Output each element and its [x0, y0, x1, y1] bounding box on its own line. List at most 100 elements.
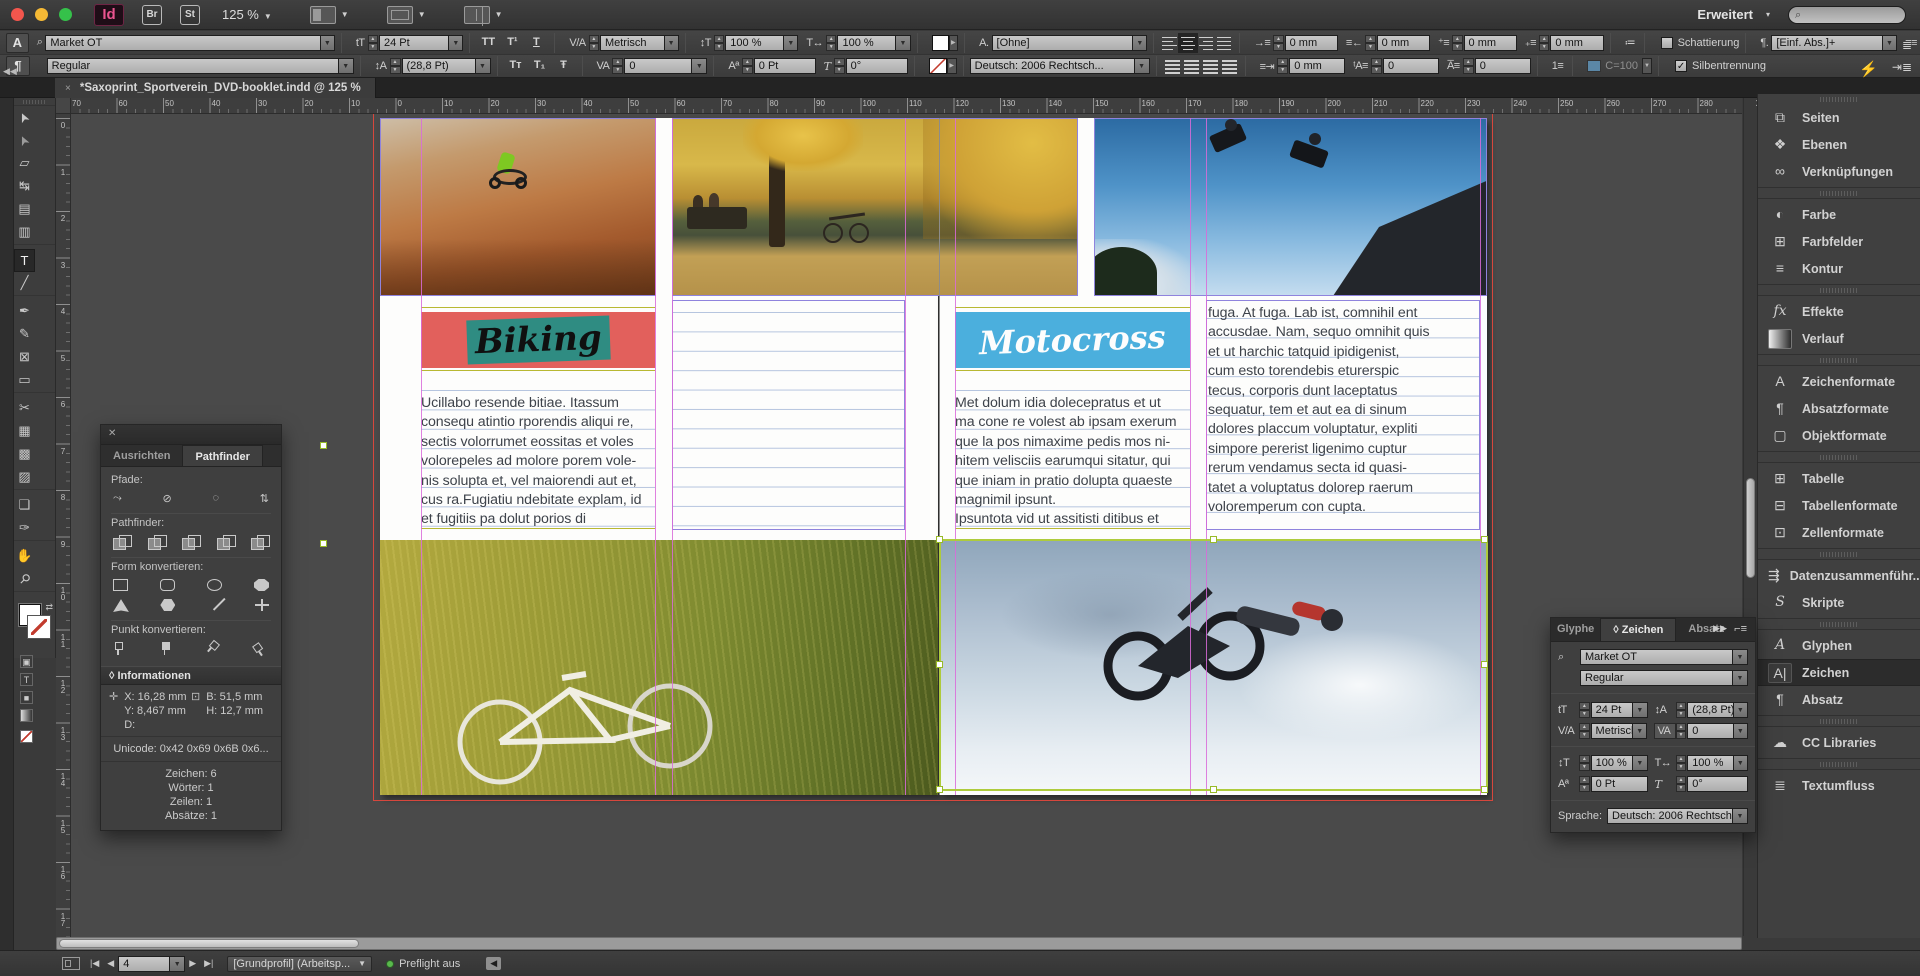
stock-button[interactable]: St [180, 5, 200, 25]
document-tab[interactable]: ×*Saxoprint_Sportverein_DVD-booklet.indd… [55, 78, 376, 98]
document-canvas[interactable]: Biking Motocross Ucillabo resende bitiae… [56, 98, 1742, 938]
formatting-affects-container-button[interactable]: ▣ [20, 655, 33, 668]
zp-leading-field[interactable]: (28,8 Pt) [1687, 702, 1733, 718]
zp-font-dropdown[interactable]: ▼ [1733, 649, 1748, 665]
bridge-button[interactable]: Br [142, 5, 162, 25]
right-indent-field[interactable]: 0 mm [1377, 35, 1430, 51]
selection-handle[interactable] [936, 661, 943, 668]
paragraph-style-field[interactable]: [Einf. Abs.]+ [1771, 35, 1883, 51]
close-window-button[interactable] [11, 8, 24, 21]
zp-style-field[interactable]: Regular [1580, 670, 1733, 686]
dock-item-effekte[interactable]: fxEffekte [1758, 298, 1920, 325]
zp-hscale-stepper[interactable]: ▲▼ [1676, 755, 1687, 771]
selection-handle[interactable] [1210, 536, 1217, 543]
drop-cap-icon[interactable]: 1≡ [1552, 60, 1564, 72]
dock-item-skripte[interactable]: SSkripte [1758, 589, 1920, 616]
convert-rounded-rect-icon[interactable] [160, 579, 175, 591]
page-number-field[interactable]: 4 [118, 956, 170, 972]
convert-hexagon-icon[interactable] [160, 599, 175, 611]
vertical-scale-dropdown[interactable]: ▼ [784, 35, 798, 51]
symmetrical-point-icon[interactable] [250, 639, 271, 660]
add-shapes-icon[interactable] [113, 535, 131, 549]
panel-expand-icon[interactable]: ▶▶ [1713, 623, 1727, 634]
dock-item-glyphen[interactable]: AGlyphen [1758, 632, 1920, 659]
zp-style-dropdown[interactable]: ▼ [1733, 670, 1748, 686]
first-page-button[interactable]: |◀ [90, 958, 99, 969]
space-before-field[interactable]: 0 mm [1464, 35, 1517, 51]
selection-handle[interactable] [936, 536, 943, 543]
zp-tracking-dropdown[interactable]: ▼ [1734, 723, 1748, 739]
shading-swatch-dropdown[interactable]: ▼ [1642, 58, 1652, 74]
convert-line-icon[interactable] [213, 598, 226, 611]
scroll-left-button[interactable]: ◀ [486, 957, 501, 970]
note-tool[interactable]: ❏ [14, 494, 35, 517]
dock-item-textumfluss[interactable]: ≣Textumfluss [1758, 772, 1920, 799]
selection-handle[interactable] [1481, 786, 1488, 793]
close-panel-icon[interactable]: ✕ [108, 428, 116, 439]
search-input[interactable]: ⌕ [1788, 6, 1906, 24]
biking-body-text[interactable]: Ucillabo resende bitiae. Itassum consequ… [421, 394, 655, 530]
apply-color-button[interactable]: ■ [20, 691, 33, 704]
previous-page-button[interactable]: ◀ [107, 958, 114, 969]
zp-baseline-stepper[interactable]: ▲▼ [1579, 776, 1590, 792]
swap-fill-stroke-icon[interactable]: ⇄ [45, 602, 53, 613]
tab-glyphen[interactable]: Glyphe [1551, 618, 1600, 641]
screen-mode-button[interactable] [387, 6, 413, 24]
type-tool[interactable]: T [14, 249, 35, 272]
view-options-button[interactable] [310, 6, 336, 24]
convert-polygon-icon[interactable] [254, 579, 269, 591]
leading-dropdown[interactable]: ▼ [476, 58, 491, 74]
apply-none-button[interactable] [20, 730, 33, 743]
selection-handle[interactable] [320, 540, 327, 547]
kerning-field[interactable]: Metrisch [600, 35, 665, 51]
zp-font-field[interactable]: Market OT [1580, 649, 1733, 665]
left-indent-stepper[interactable]: ▲▼ [1273, 35, 1283, 51]
drop-cap-lines-stepper[interactable]: ▲▼ [1371, 58, 1382, 74]
adobe-sensei-icon[interactable]: ⚡ [1859, 60, 1878, 78]
paragraph-style-dropdown[interactable]: ▼ [1883, 35, 1897, 51]
align-bottom-button[interactable] [1203, 59, 1218, 73]
justify-vertical-button[interactable] [1222, 59, 1237, 73]
zp-kerning-dropdown[interactable]: ▼ [1633, 723, 1647, 739]
page-grid-icon[interactable] [62, 957, 80, 970]
zp-kerning-stepper[interactable]: ▲▼ [1579, 723, 1590, 739]
pathfinder-panel-header[interactable]: ✕ [101, 425, 281, 445]
gradient-tool[interactable]: ▩ [14, 443, 35, 466]
tab-pathfinder[interactable]: Pathfinder [182, 445, 262, 466]
dock-item-verkn-pfungen[interactable]: ∞Verknüpfungen [1758, 158, 1920, 185]
smooth-point-icon[interactable] [204, 638, 225, 659]
stroke-swatch[interactable] [28, 616, 50, 638]
formatting-affects-text-button[interactable]: T [20, 673, 33, 686]
horizontal-scale-field[interactable]: 100 % [837, 35, 896, 51]
left-indent-field[interactable]: 0 mm [1285, 35, 1338, 51]
all-caps-button[interactable]: TT [477, 34, 499, 52]
direct-selection-tool[interactable]: ➤ [10, 126, 40, 155]
pen-tool[interactable]: ✒ [14, 300, 35, 323]
superscript-button[interactable]: T¹ [501, 34, 523, 52]
dock-group-separator[interactable] [1758, 618, 1920, 630]
line-tool[interactable]: ╱ [14, 272, 35, 295]
dock-group-separator[interactable] [1758, 451, 1920, 463]
zp-vscale-dropdown[interactable]: ▼ [1633, 755, 1647, 771]
font-family-dropdown[interactable]: ▼ [321, 35, 335, 51]
exclude-overlap-icon[interactable] [217, 535, 235, 549]
selection-handle[interactable] [1481, 661, 1488, 668]
zp-size-dropdown[interactable]: ▼ [1633, 702, 1647, 718]
motocross-body-text[interactable]: Met dolum idia dolecepratus et ut ma con… [955, 394, 1190, 530]
align-left-button[interactable] [1162, 36, 1176, 50]
language-dropdown[interactable]: ▼ [1135, 58, 1150, 74]
vertical-ruler[interactable]: 01234567891 01 11 21 31 41 51 61 7 [56, 114, 71, 938]
horizontal-scale-dropdown[interactable]: ▼ [896, 35, 910, 51]
intersect-shapes-icon[interactable] [182, 535, 200, 549]
baseline-shift-field[interactable]: 0 Pt [754, 58, 816, 74]
close-tab-icon[interactable]: × [65, 83, 71, 94]
zp-size-stepper[interactable]: ▲▼ [1579, 702, 1590, 718]
minus-back-icon[interactable] [251, 535, 269, 549]
vertical-scrollbar-thumb[interactable] [1746, 478, 1755, 578]
dock-group-separator[interactable] [1758, 548, 1920, 560]
convert-rectangle-icon[interactable] [113, 579, 128, 591]
dock-item-kontur[interactable]: ≡Kontur [1758, 255, 1920, 282]
dock-group-separator[interactable] [1758, 354, 1920, 366]
zp-kerning-field[interactable]: Metrisch [1591, 723, 1634, 739]
next-page-button[interactable]: ▶ [189, 958, 196, 969]
